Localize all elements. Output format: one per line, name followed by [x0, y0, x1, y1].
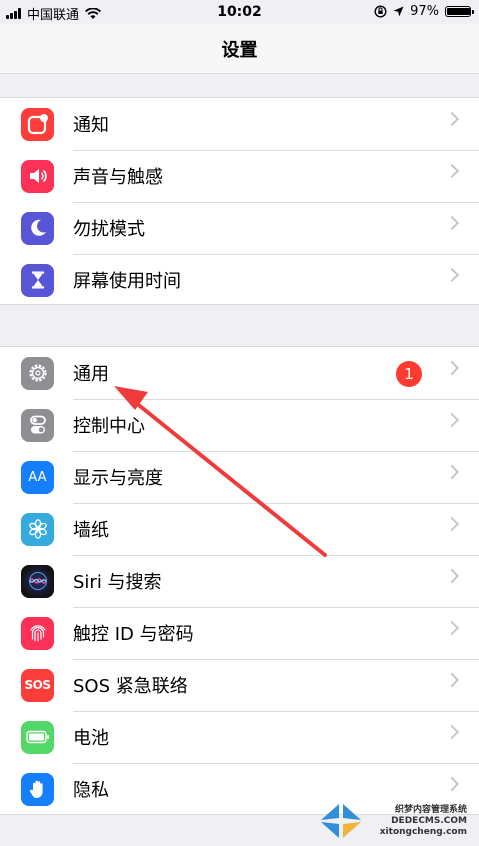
- watermark-text: 织梦内容管理系统 DEDECMS.COM xitongcheng.com: [380, 805, 467, 838]
- annotation-arrow: [114, 386, 327, 557]
- watermark-line3: xitongcheng.com: [379, 827, 467, 837]
- watermark-line1: 织梦内容管理系统: [394, 805, 467, 815]
- watermark: 织梦内容管理系统 DEDECMS.COM xitongcheng.com: [317, 796, 477, 844]
- watermark-line2: DEDECMS.COM: [391, 816, 467, 826]
- watermark-logo-icon: [321, 804, 361, 838]
